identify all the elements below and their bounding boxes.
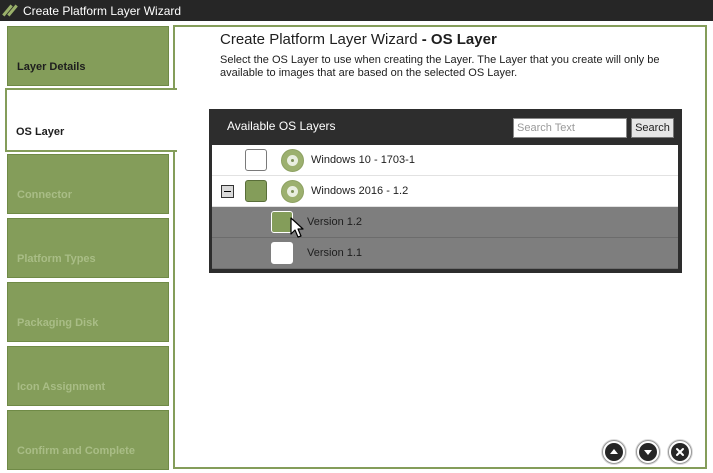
os-layer-row[interactable]: Windows 2016 - 1.2 bbox=[212, 176, 678, 207]
search-input[interactable] bbox=[513, 118, 627, 138]
window-title: Create Platform Layer Wizard bbox=[23, 3, 182, 18]
os-layer-row[interactable]: Windows 10 - 1703-1 bbox=[212, 145, 678, 176]
step-layer-details[interactable]: Layer Details bbox=[7, 26, 169, 86]
move-up-button[interactable] bbox=[602, 440, 626, 464]
search-button[interactable]: Search bbox=[631, 118, 674, 138]
close-icon bbox=[676, 448, 684, 456]
main-content: Create Platform Layer Wizard - OS Layer … bbox=[173, 25, 707, 469]
step-label: Layer Details bbox=[17, 61, 86, 73]
step-label: Icon Assignment bbox=[17, 381, 106, 393]
step-label: Packaging Disk bbox=[17, 317, 99, 329]
step-connector[interactable]: Connector bbox=[7, 154, 169, 214]
step-icon-assignment[interactable]: Icon Assignment bbox=[7, 346, 169, 406]
arrow-up-icon bbox=[610, 449, 618, 454]
page-description: Select the OS Layer to use when creating… bbox=[220, 54, 660, 79]
step-confirm-and-complete[interactable]: Confirm and Complete bbox=[7, 410, 169, 470]
disc-icon bbox=[281, 180, 304, 203]
step-label: Connector bbox=[17, 189, 72, 201]
os-layers-panel: Available OS Layers Search Windows 10 - … bbox=[209, 109, 682, 273]
step-label: OS Layer bbox=[16, 126, 65, 138]
step-label: Platform Types bbox=[17, 253, 96, 265]
page-title-suffix: - OS Layer bbox=[421, 31, 497, 48]
os-version-row[interactable]: Version 1.1 bbox=[212, 238, 678, 269]
disc-icon bbox=[281, 149, 304, 172]
step-os-layer[interactable]: OS Layer bbox=[5, 88, 177, 152]
arrow-down-icon bbox=[644, 450, 652, 455]
os-version-row[interactable]: Version 1.2 bbox=[212, 207, 678, 238]
row-label: Version 1.1 bbox=[307, 247, 363, 259]
step-packaging-disk[interactable]: Packaging Disk bbox=[7, 282, 169, 342]
page-title: Create Platform Layer Wizard - OS Layer bbox=[220, 31, 497, 48]
window-titlebar: Create Platform Layer Wizard bbox=[0, 0, 713, 21]
step-label: Confirm and Complete bbox=[17, 445, 135, 457]
mouse-cursor-icon bbox=[290, 217, 304, 238]
row-label: Windows 2016 - 1.2 bbox=[311, 185, 409, 197]
panel-header: Available OS Layers Search bbox=[209, 109, 682, 145]
page-title-prefix: Create Platform Layer Wizard bbox=[220, 31, 418, 48]
row-checkbox[interactable] bbox=[271, 242, 293, 264]
move-down-button[interactable] bbox=[636, 440, 660, 464]
panel-title: Available OS Layers bbox=[227, 119, 336, 133]
row-label: Version 1.2 bbox=[307, 216, 363, 228]
step-platform-types[interactable]: Platform Types bbox=[7, 218, 169, 278]
app-logo-icon bbox=[2, 4, 18, 18]
row-checkbox[interactable] bbox=[245, 149, 267, 171]
collapse-toggle-icon[interactable] bbox=[221, 185, 234, 198]
close-button[interactable] bbox=[668, 440, 692, 464]
row-label: Windows 10 - 1703-1 bbox=[311, 154, 415, 166]
row-checkbox[interactable] bbox=[245, 180, 267, 202]
wizard-steps-sidebar: Layer Details OS Layer Connector Platfor… bbox=[0, 21, 177, 473]
